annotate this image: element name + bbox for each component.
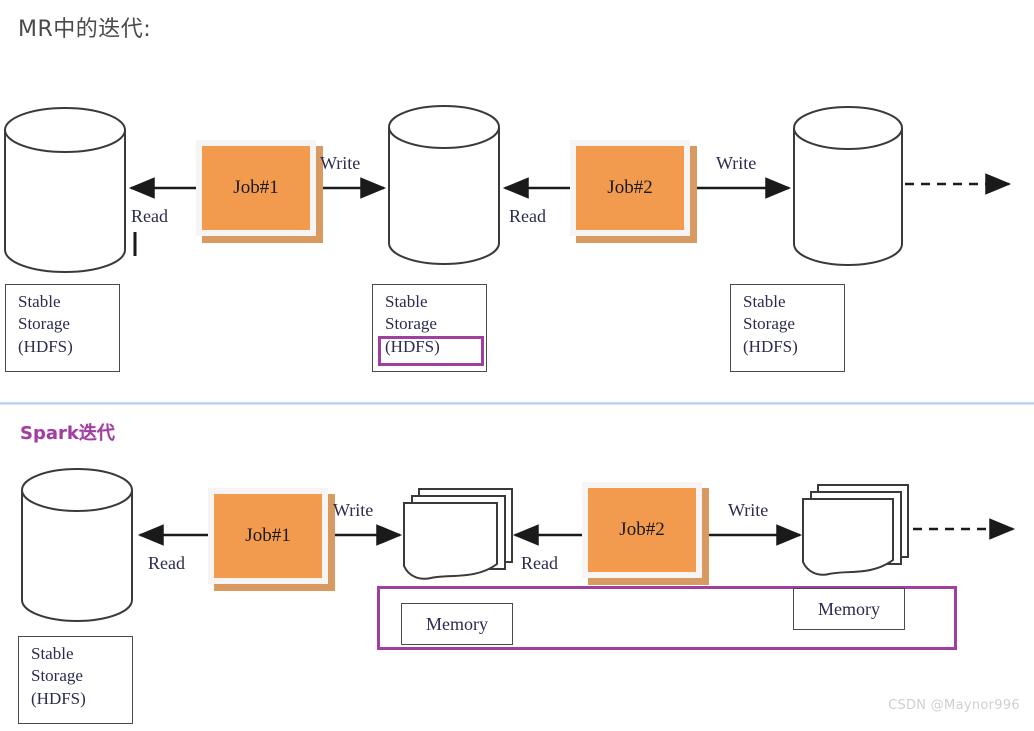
mr-storage-3-line-3: (HDFS) <box>743 336 798 356</box>
section-divider <box>0 402 1034 405</box>
mr-job-1-box[interactable]: Job#1 <box>196 140 323 243</box>
spark-read-label-1: Read <box>148 553 185 573</box>
spark-storage-1-line-1: Stable <box>31 644 74 663</box>
mr-storage-1-line-3: (HDFS) <box>18 336 73 356</box>
mr-cylinder-2 <box>388 105 500 265</box>
mr-cylinder-3 <box>793 106 903 266</box>
mr-storage-box-3: Stable Storage (HDFS) <box>730 284 845 372</box>
mr-write-label-2: Write <box>716 153 757 173</box>
mr-storage-box-1: Stable Storage (HDFS) <box>5 284 120 372</box>
mr-job-2-shadow-right <box>690 146 697 243</box>
diagram-canvas: MR中的迭代: Spark迭代 Job#1 Job#2 Read Write R… <box>0 0 1034 731</box>
spark-memory-1-label: Memory <box>426 613 488 634</box>
mr-storage-2-line-3: (HDFS) <box>385 336 440 356</box>
mr-read-label-1: Read <box>131 206 168 226</box>
mr-storage-1-line-2: Storage <box>18 314 70 334</box>
spark-read-label-2: Read <box>521 553 558 573</box>
spark-job-1-box[interactable]: Job#1 <box>208 488 335 591</box>
spark-storage-1-line-2: Storage <box>31 666 83 686</box>
spark-write-label-1: Write <box>333 500 374 520</box>
mr-storage-3-line-2: Storage <box>743 314 795 334</box>
mr-cylinder-1 <box>4 107 126 273</box>
spark-job-1-label: Job#1 <box>214 494 322 578</box>
mr-storage-1-line-1: Stable <box>18 292 61 311</box>
mr-job-2-label: Job#2 <box>576 146 684 230</box>
mr-job-2-box[interactable]: Job#2 <box>570 140 697 243</box>
mr-job-1-shadow <box>202 236 323 243</box>
spark-job-1-shadow <box>214 584 335 591</box>
mr-read-label-2: Read <box>509 206 546 226</box>
spark-pages-1 <box>403 488 513 580</box>
spark-memory-box-1: Memory <box>401 603 513 645</box>
spark-write-label-2: Write <box>728 500 769 520</box>
mr-storage-box-2: Stable Storage (HDFS) <box>372 284 487 372</box>
spark-job-2-shadow-right <box>702 488 709 585</box>
mr-storage-3-line-1: Stable <box>743 292 786 311</box>
spark-memory-box-2: Memory <box>793 588 905 630</box>
mr-job-2-shadow <box>576 236 697 243</box>
mr-write-label-1: Write <box>320 153 361 173</box>
spark-job-2-box[interactable]: Job#2 <box>582 482 709 585</box>
mr-job-1-label: Job#1 <box>202 146 310 230</box>
spark-storage-1-line-3: (HDFS) <box>31 688 86 708</box>
mr-storage-2-line-1: Stable <box>385 292 428 311</box>
spark-cylinder-1 <box>21 468 133 622</box>
csdn-watermark: CSDN @Maynor996 <box>888 698 1020 713</box>
mr-storage-2-line-2: Storage <box>385 314 437 334</box>
spark-section-title: Spark迭代 <box>20 423 115 444</box>
spark-storage-box-1: Stable Storage (HDFS) <box>18 636 133 724</box>
spark-memory-2-label: Memory <box>818 598 880 619</box>
mr-section-title: MR中的迭代: <box>18 17 152 42</box>
spark-job-2-label: Job#2 <box>588 488 696 572</box>
spark-pages-2 <box>802 484 909 576</box>
spark-job-2-shadow <box>588 578 709 585</box>
